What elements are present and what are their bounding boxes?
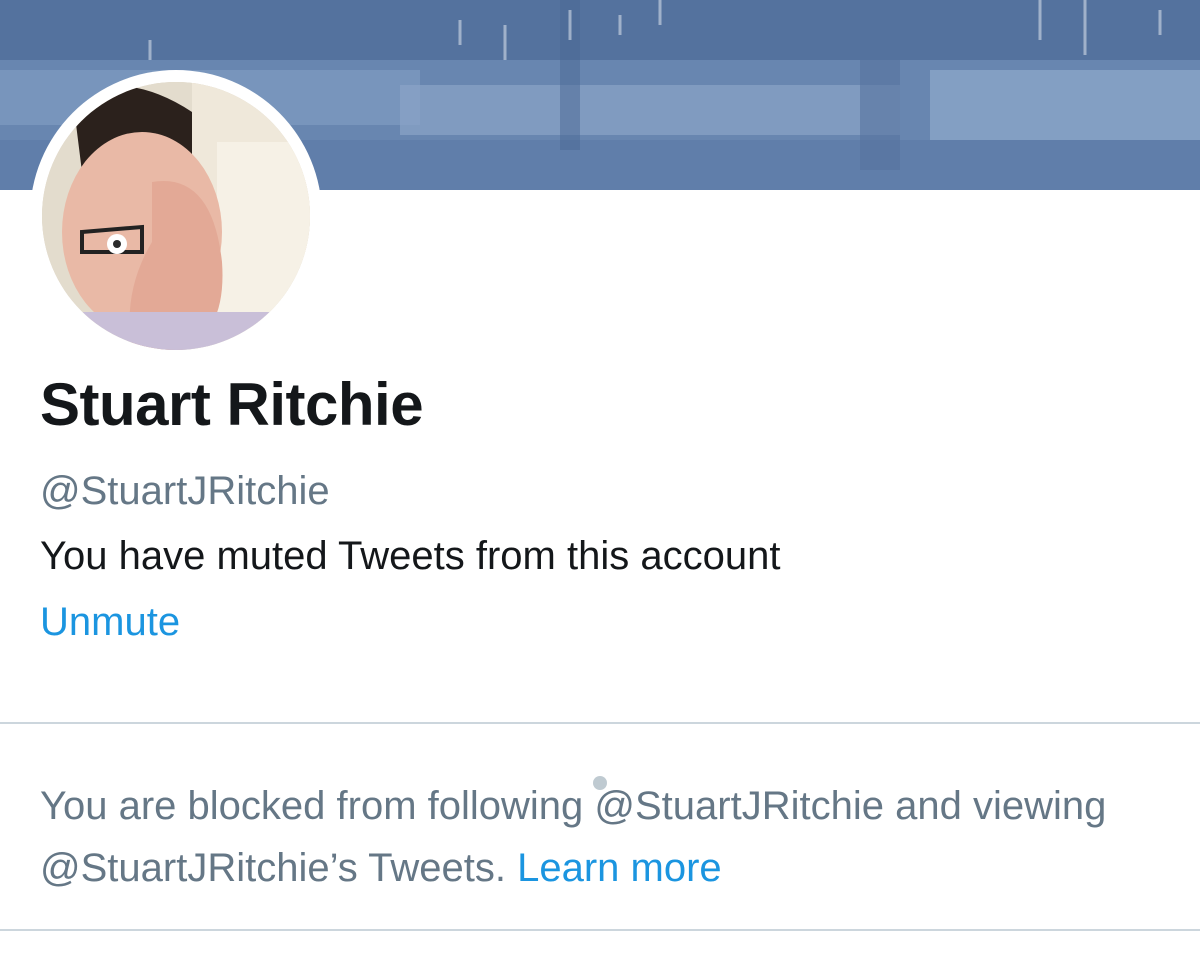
scroll-indicator: [593, 776, 607, 790]
divider: [0, 722, 1200, 724]
profile-page: Stuart Ritchie @StuartJRitchie You have …: [0, 0, 1200, 958]
learn-more-link[interactable]: Learn more: [517, 846, 722, 890]
blocked-notice: You are blocked from following @StuartJR…: [40, 775, 1170, 899]
profile-handle: @StuartJRitchie: [40, 469, 330, 513]
avatar-image: [42, 82, 310, 350]
muted-notice: You have muted Tweets from this account: [40, 534, 781, 578]
avatar-ring: [30, 70, 322, 362]
profile-display-name: Stuart Ritchie: [40, 371, 424, 438]
unmute-button[interactable]: Unmute: [40, 600, 180, 645]
divider: [0, 929, 1200, 931]
avatar[interactable]: [42, 82, 310, 350]
